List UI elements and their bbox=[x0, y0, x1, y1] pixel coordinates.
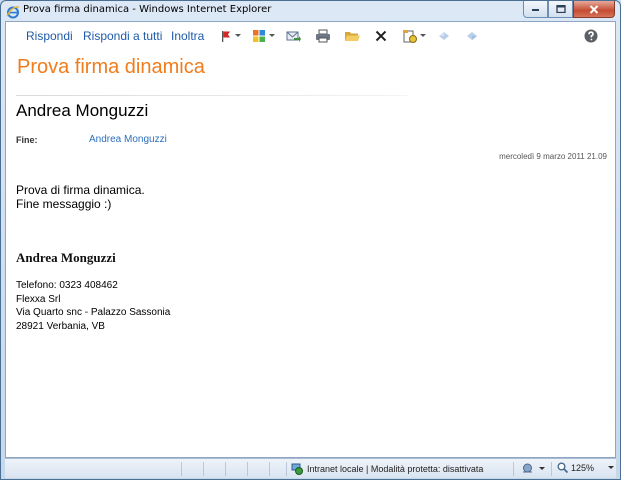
recipient-link[interactable]: Andrea Monguzzi bbox=[89, 134, 167, 145]
categories-icon[interactable] bbox=[250, 28, 268, 44]
sender-name: Andrea Monguzzi bbox=[16, 101, 149, 120]
maximize-button[interactable] bbox=[548, 1, 573, 18]
status-divider bbox=[286, 462, 287, 476]
message-pane: Rispondi Rispondi a tutti Inoltra Prova … bbox=[5, 21, 616, 458]
minimize-icon bbox=[532, 9, 539, 11]
reply-button[interactable]: Rispondi bbox=[26, 29, 73, 43]
caption-buttons bbox=[523, 1, 615, 18]
previous-item-icon[interactable] bbox=[435, 28, 453, 44]
zoom-icon bbox=[557, 462, 568, 473]
recipient-label: Fine: bbox=[16, 135, 38, 145]
junk-mail-icon[interactable] bbox=[401, 28, 419, 44]
close-icon bbox=[589, 4, 599, 14]
move-to-folder-icon[interactable] bbox=[284, 28, 302, 44]
protected-mode-button[interactable] bbox=[521, 462, 545, 474]
reply-all-button[interactable]: Rispondi a tutti bbox=[83, 29, 162, 43]
signature-name: Andrea Monguzzi bbox=[16, 250, 116, 265]
forward-button[interactable]: Inoltra bbox=[171, 29, 204, 43]
status-divider bbox=[551, 462, 552, 476]
intranet-zone-icon bbox=[291, 463, 303, 475]
window-title: Prova firma dinamica - Windows Internet … bbox=[23, 4, 272, 15]
minimize-button[interactable] bbox=[523, 1, 548, 18]
internet-explorer-icon bbox=[6, 4, 20, 19]
status-bar: Intranet locale | Modalità protetta: dis… bbox=[5, 458, 616, 478]
help-icon[interactable] bbox=[582, 28, 600, 44]
chevron-down-icon bbox=[608, 466, 615, 469]
maximize-icon bbox=[555, 5, 566, 13]
message-date: mercoledì 9 marzo 2011 21.09 bbox=[499, 152, 607, 161]
signature-line: Via Quarto snc - Palazzo Sassonia bbox=[16, 307, 171, 318]
next-item-icon[interactable] bbox=[463, 28, 481, 44]
junk-dropdown-arrow[interactable] bbox=[420, 34, 426, 37]
browser-window: Prova firma dinamica - Windows Internet … bbox=[0, 0, 621, 480]
message-subject: Prova firma dinamica bbox=[17, 56, 205, 78]
message-body: Prova di firma dinamica. Fine messaggio … bbox=[16, 183, 145, 211]
flag-dropdown-arrow[interactable] bbox=[235, 34, 241, 37]
body-line: Fine messaggio :) bbox=[16, 197, 112, 211]
print-icon[interactable] bbox=[314, 28, 332, 44]
security-zone-label: Intranet locale | Modalità protetta: dis… bbox=[307, 464, 484, 474]
status-divider bbox=[513, 462, 514, 476]
status-divider bbox=[225, 462, 226, 476]
flag-icon[interactable] bbox=[217, 28, 235, 44]
status-divider bbox=[247, 462, 248, 476]
accessibility-icon bbox=[523, 463, 532, 473]
categories-dropdown-arrow[interactable] bbox=[269, 34, 275, 37]
open-folder-icon[interactable] bbox=[343, 28, 361, 44]
signature-line: Telefono: 0323 408462 bbox=[16, 280, 118, 291]
status-divider bbox=[203, 462, 204, 476]
status-divider bbox=[181, 462, 182, 476]
zoom-button[interactable]: 125% bbox=[557, 462, 615, 473]
title-bar[interactable]: Prova firma dinamica - Windows Internet … bbox=[1, 1, 620, 21]
signature-line: 28921 Verbania, VB bbox=[16, 320, 105, 332]
delete-icon[interactable] bbox=[372, 28, 390, 44]
security-zone[interactable]: Intranet locale | Modalità protetta: dis… bbox=[291, 463, 483, 475]
zoom-level: 125% bbox=[571, 462, 595, 473]
close-button[interactable] bbox=[573, 1, 615, 18]
subject-divider bbox=[16, 95, 408, 96]
chevron-down-icon bbox=[539, 466, 545, 470]
status-divider bbox=[269, 462, 270, 476]
signature-line: Flexxa Srl bbox=[16, 293, 61, 305]
body-line: Prova di firma dinamica. bbox=[16, 183, 145, 197]
signature-details: Telefono: 0323 408462 Flexxa Srl Via Qua… bbox=[16, 279, 170, 333]
message-toolbar: Rispondi Rispondi a tutti Inoltra bbox=[6, 22, 615, 52]
